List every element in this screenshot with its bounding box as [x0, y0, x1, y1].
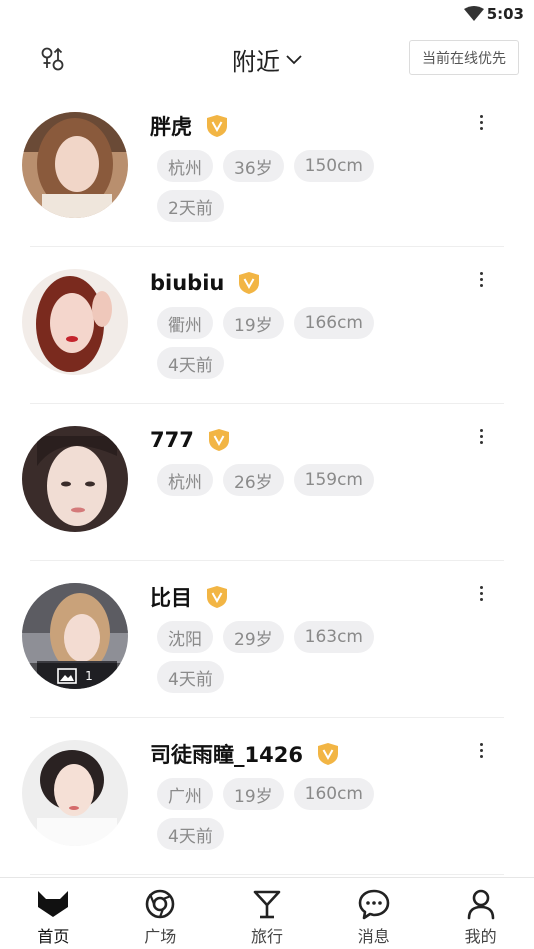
bottom-tab-bar: 首页 广场 旅行 消息 我的: [0, 877, 534, 949]
tag-height: 159cm: [293, 464, 374, 496]
user-name: 比目: [150, 586, 192, 610]
avatar[interactable]: [22, 740, 128, 846]
tab-label: 广场: [144, 927, 177, 946]
user-tags: 杭州 36岁 150cm 2天前: [157, 150, 417, 222]
tag-city: 沈阳: [157, 621, 213, 653]
image-icon: [57, 668, 77, 684]
user-name: 777: [150, 428, 194, 452]
verified-badge-icon: [239, 272, 260, 294]
avatar[interactable]: 1: [22, 583, 128, 689]
status-bar: 5:03: [0, 0, 534, 30]
user-tags: 沈阳 29岁 163cm 4天前: [157, 621, 417, 693]
tag-height: 163cm: [293, 621, 374, 653]
tag-age: 26岁: [223, 464, 284, 496]
list-item[interactable]: biubiu 衢州 19岁 166cm 4天前: [0, 247, 534, 404]
cocktail-glass-icon: [253, 890, 281, 919]
divider: [30, 874, 504, 875]
aperture-icon: [145, 889, 175, 919]
user-name: 司徒雨瞳_1426: [150, 743, 303, 767]
user-tags: 广州 19岁 160cm 4天前: [157, 778, 417, 850]
more-options-icon[interactable]: [472, 581, 490, 605]
fox-home-icon: [38, 891, 69, 917]
tag-age: 19岁: [223, 307, 284, 339]
photo-count-badge: 1: [22, 663, 128, 689]
user-name: biubiu: [150, 271, 225, 295]
tag-height: 150cm: [293, 150, 374, 182]
tab-square[interactable]: 广场: [107, 878, 214, 949]
more-options-icon[interactable]: [472, 110, 490, 134]
tag-last-active: 2天前: [157, 190, 224, 222]
list-item[interactable]: 777 杭州 26岁 159cm: [0, 404, 534, 561]
photo-count: 1: [85, 669, 93, 683]
tab-travel[interactable]: 旅行: [214, 878, 321, 949]
person-icon: [467, 889, 494, 920]
tab-label: 我的: [464, 927, 497, 946]
tag-last-active: 4天前: [157, 347, 224, 379]
avatar[interactable]: [22, 269, 128, 375]
chevron-down-icon: [286, 55, 302, 65]
user-tags: 杭州 26岁 159cm: [157, 464, 417, 496]
verified-badge-icon: [317, 743, 338, 765]
user-name: 胖虎: [150, 115, 192, 139]
tag-height: 160cm: [293, 778, 374, 810]
tag-height: 166cm: [293, 307, 374, 339]
more-options-icon[interactable]: [472, 738, 490, 762]
tag-age: 36岁: [223, 150, 284, 182]
avatar[interactable]: [22, 426, 128, 532]
tab-label: 消息: [357, 927, 390, 946]
status-time: 5:03: [486, 5, 524, 23]
online-first-button[interactable]: 当前在线优先: [409, 40, 519, 75]
tag-age: 19岁: [223, 778, 284, 810]
tab-mine[interactable]: 我的: [427, 878, 534, 949]
tag-city: 杭州: [157, 464, 213, 496]
tab-label: 旅行: [250, 927, 283, 946]
tag-city: 衢州: [157, 307, 213, 339]
chat-bubble-icon: [358, 889, 390, 920]
verified-badge-icon: [207, 115, 227, 137]
tab-messages[interactable]: 消息: [320, 878, 427, 949]
more-options-icon[interactable]: [472, 267, 490, 291]
wifi-icon: [464, 6, 484, 21]
tag-city: 杭州: [157, 150, 213, 182]
more-options-icon[interactable]: [472, 424, 490, 448]
verified-badge-icon: [208, 429, 229, 451]
top-bar: 附近 当前在线优先: [0, 34, 534, 86]
tab-label: 首页: [37, 927, 70, 946]
list-item[interactable]: 胖虎 杭州 36岁 150cm 2天前: [0, 90, 534, 247]
tab-home[interactable]: 首页: [0, 878, 107, 949]
page-title: 附近: [232, 48, 280, 76]
user-list: 胖虎 杭州 36岁 150cm 2天前 biubiu 衢州 19岁 166cm …: [0, 90, 534, 875]
verified-badge-icon: [207, 586, 227, 608]
tag-age: 29岁: [223, 621, 284, 653]
list-item[interactable]: 司徒雨瞳_1426 广州 19岁 160cm 4天前: [0, 718, 534, 875]
tag-last-active: 4天前: [157, 818, 224, 850]
list-item[interactable]: 1 比目 沈阳 29岁 163cm 4天前: [0, 561, 534, 718]
tag-last-active: 4天前: [157, 661, 224, 693]
tag-city: 广州: [157, 778, 213, 810]
user-tags: 衢州 19岁 166cm 4天前: [157, 307, 417, 379]
avatar[interactable]: [22, 112, 128, 218]
